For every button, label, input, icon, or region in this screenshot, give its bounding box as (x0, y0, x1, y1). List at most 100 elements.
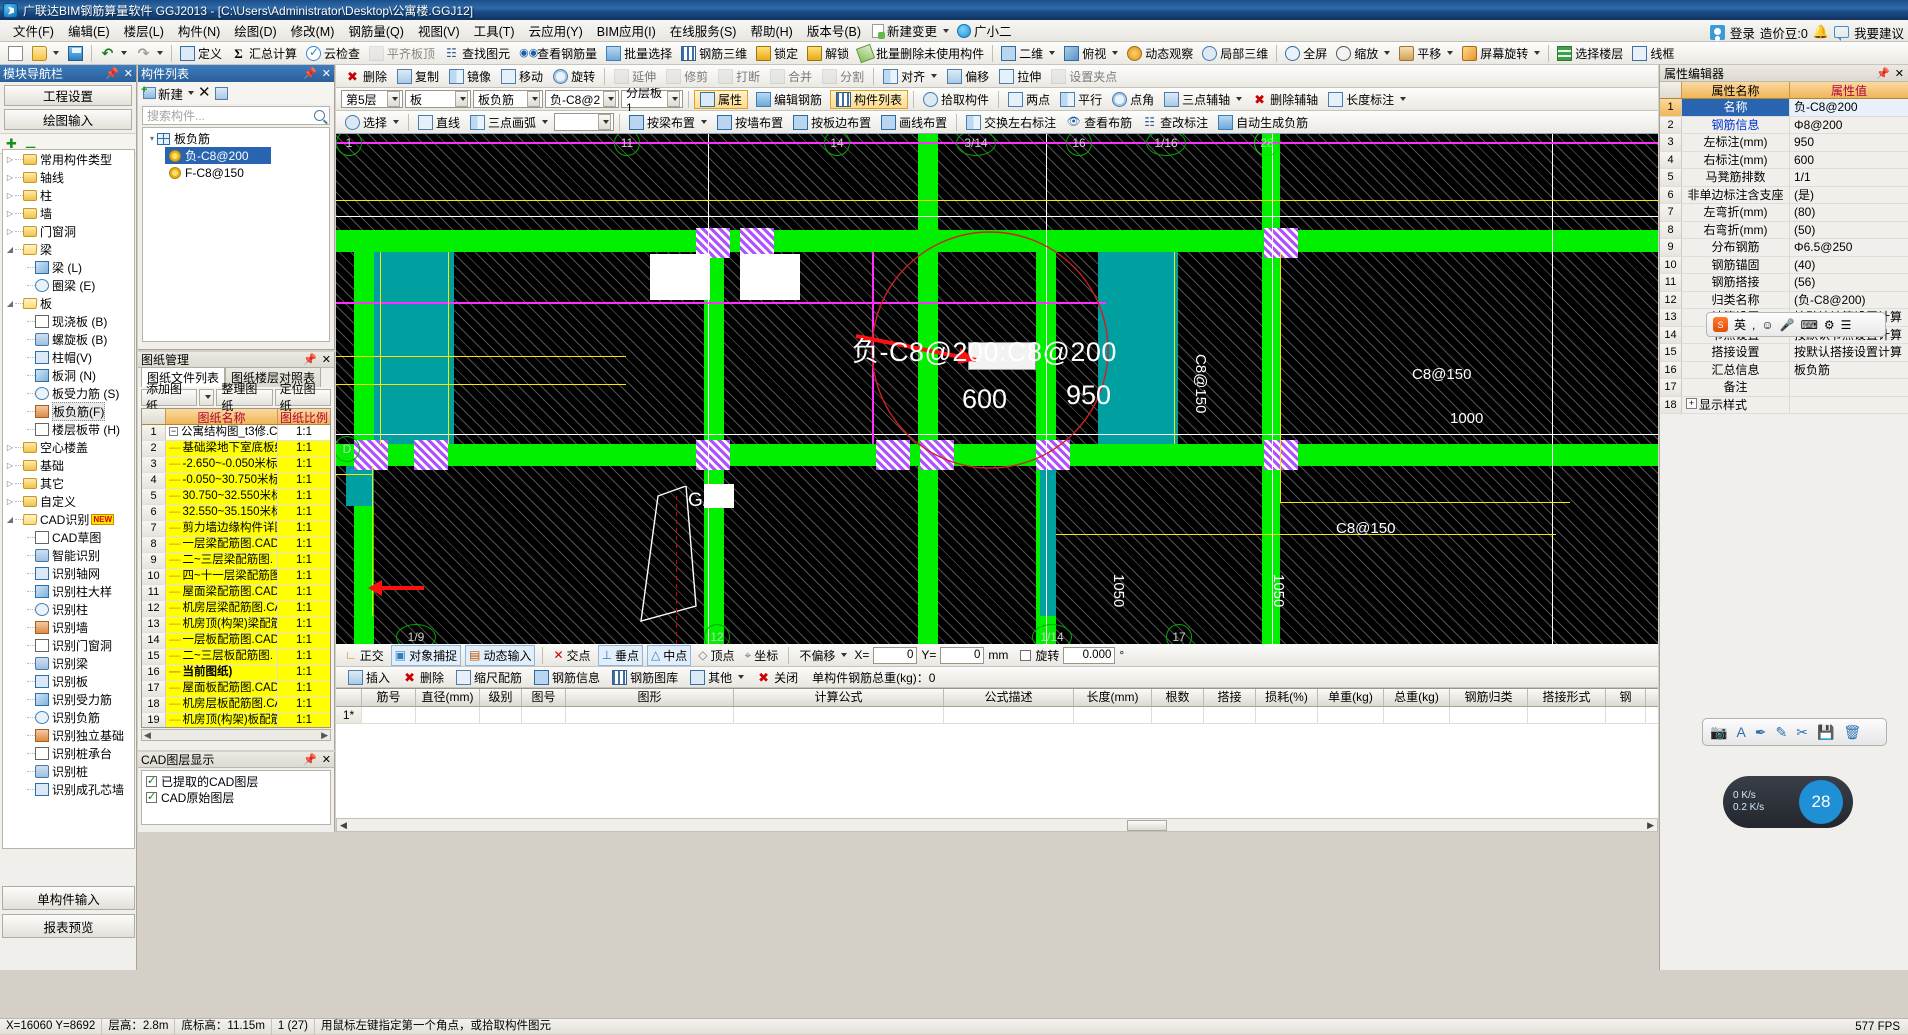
rebar-table[interactable]: 筋号 直径(mm) 级别 图号 图形 计算公式 公式描述 长度(mm) 根数 搭接 损耗(%) 单重(… (336, 688, 1658, 818)
rebar-col-header[interactable] (336, 689, 362, 706)
snap-perpendicular[interactable]: ⊥ 垂点 (597, 644, 644, 666)
wireframe-button[interactable]: 线框 (1628, 43, 1678, 63)
nav-item-CAD识别[interactable]: ◢ CAD识别 NEW (3, 510, 134, 528)
snap-coordinate[interactable]: ⌖ 坐标 (742, 646, 782, 665)
property-row[interactable]: 4 右标注(mm) 600 (1660, 151, 1908, 169)
rebar-col-header[interactable]: 钢筋归类 (1450, 689, 1528, 706)
property-row[interactable]: 11 钢筋搭接 (56) (1660, 274, 1908, 292)
locate-drawing-button[interactable]: 定位图纸 (274, 382, 331, 413)
rebar-cell[interactable] (1204, 707, 1256, 723)
align-button[interactable]: 对齐 (879, 66, 941, 86)
property-value[interactable]: 按默认搭接设置计算 (1790, 344, 1908, 361)
property-value[interactable] (1790, 397, 1908, 414)
nav-item-空心楼盖[interactable]: ▷ 空心楼盖 (3, 438, 134, 456)
snap-vertex[interactable]: ◇ 顶点 (695, 646, 737, 665)
property-row[interactable]: 6 非单边标注含支座 (是) (1660, 186, 1908, 204)
rebar-cell[interactable] (1528, 707, 1606, 723)
property-value[interactable]: 600 (1790, 152, 1908, 169)
nav-item-常用构件类型[interactable]: ▷ 常用构件类型 (3, 150, 134, 168)
two-point-button[interactable]: 两点 (1004, 89, 1054, 109)
rebar-cell[interactable] (1152, 707, 1204, 723)
chevron-down-icon[interactable]: ▾ (147, 134, 157, 143)
scale-rebar-button[interactable]: 缩尺配筋 (452, 667, 526, 687)
batch-select-button[interactable]: 批量选择 (602, 43, 676, 63)
pin-icon[interactable]: 📌 (303, 753, 317, 766)
three-point-axis-button[interactable]: 三点辅轴 (1160, 89, 1246, 109)
scroll-right-icon[interactable]: ▶ (1644, 820, 1657, 831)
cad-layer-original[interactable]: CAD原始图层 (146, 789, 326, 805)
drawing-name[interactable]: — 基础梁地下室底板结 (166, 441, 278, 456)
drawing-scale[interactable]: 1:1 (278, 569, 330, 584)
module-nav-tree[interactable]: ▷ 常用构件类型 ▷ 轴线 ▷ 柱 ▷ 墙 ▷ 门窗洞 ◢ 梁梁 (L) 圈梁 (E) ◢ 板现浇板 (B)… (2, 149, 135, 849)
three-point-arc-button[interactable]: 三点画弧 (466, 112, 552, 132)
tools-icon[interactable]: ⚙ (1824, 318, 1835, 332)
nav-item-识别梁[interactable]: 识别梁 (3, 654, 134, 672)
property-table-body[interactable]: 1 名称 负-C8@200 2 钢筋信息 Φ8@200 3 左标注(mm) 950 4 右标注(mm… (1660, 99, 1908, 414)
ime-mode[interactable]: 英 (1734, 316, 1746, 333)
rebar-cell[interactable] (416, 707, 480, 723)
drawing-list-hscrollbar[interactable]: ◀ ▶ (141, 729, 331, 741)
drawing-scale[interactable]: 1:1 (278, 521, 330, 536)
chevron-right-icon[interactable]: ▷ (5, 155, 15, 164)
undo-button[interactable]: ↶ (96, 43, 131, 63)
select-floor-button[interactable]: 选择楼层 (1553, 43, 1627, 63)
tab-edit-rebar[interactable]: 编辑钢筋 (750, 90, 828, 109)
save-button[interactable] (64, 43, 87, 63)
drawing-scale[interactable]: 1:1 (278, 473, 330, 488)
drawing-name[interactable]: —机房层板配筋图.CADI (166, 697, 278, 712)
drawing-row[interactable]: 10— 四~十一层梁配筋图. 1:1 (142, 569, 330, 585)
property-row[interactable]: 16 汇总信息 板负筋 (1660, 361, 1908, 379)
drawing-scale[interactable]: 1:1 (278, 713, 330, 727)
nav-item-识别负筋[interactable]: 识别负筋 (3, 708, 134, 726)
property-row[interactable]: 12 归类名称 (负-C8@200) (1660, 291, 1908, 309)
sum-calc-button[interactable]: Σ 汇总计算 (227, 43, 301, 63)
property-value[interactable]: Φ8@200 (1790, 117, 1908, 134)
trim-button[interactable]: 修剪 (662, 66, 712, 86)
component-item-selected[interactable]: 负-C8@200 (165, 147, 271, 164)
nav-item-圈梁 (E)[interactable]: 圈梁 (E) (3, 276, 134, 294)
nav-item-柱帽(V)[interactable]: 柱帽(V) (3, 348, 134, 366)
split-button[interactable]: 分割 (818, 66, 868, 86)
category-selector[interactable]: 板 (405, 90, 471, 108)
drawing-scale[interactable]: 1:1 (278, 457, 330, 472)
drawing-row[interactable]: 12—机房层梁配筋图.CADI1:1 (142, 601, 330, 617)
rebar-cell[interactable] (944, 707, 1074, 723)
menu-item-draw[interactable]: 绘图(D) (227, 19, 283, 42)
drawing-scale[interactable]: 1:1 (278, 505, 330, 520)
menu-item-modify[interactable]: 修改(M) (284, 19, 342, 42)
cad-canvas[interactable]: 1 11 14 3/14 16 1/16 1/9 12 1/14 17 D 28… (336, 134, 1658, 644)
delete-rebar-button[interactable]: ✖ 删除 (398, 667, 448, 687)
other-button[interactable]: 其他 (686, 667, 748, 687)
login-link[interactable]: 登录 (1730, 23, 1755, 42)
single-input-button[interactable]: 单构件输入 (2, 886, 135, 910)
drawing-row[interactable]: 7— 剪力墙边缘构件详图 1:1 (142, 521, 330, 537)
nav-item-梁 (L)[interactable]: 梁 (L) (3, 258, 134, 276)
lock-button[interactable]: 锁定 (752, 43, 802, 63)
chevron-down-icon[interactable]: ◢ (5, 515, 15, 524)
find-element-button[interactable]: ☷ 查找图元 (440, 43, 514, 63)
break-button[interactable]: 打断 (714, 66, 764, 86)
drawing-name[interactable]: — 四~十一层梁配筋图. (166, 569, 278, 584)
nav-item-识别成孔芯墙[interactable]: 识别成孔芯墙 (3, 780, 134, 798)
drawing-scale[interactable]: 1:1 (278, 489, 330, 504)
property-value[interactable]: (是) (1790, 187, 1908, 204)
draw-mode-selector[interactable] (554, 113, 615, 131)
drawing-row[interactable]: 3—-2.650~-0.050米标高1:1 (142, 457, 330, 473)
nav-item-螺旋板 (B)[interactable]: 螺旋板 (B) (3, 330, 134, 348)
delete-axis-button[interactable]: ✖ 删除辅轴 (1248, 89, 1322, 109)
orbit-button[interactable]: 动态观察 (1123, 43, 1197, 63)
drawing-name[interactable]: — 一层梁配筋图.CADI (166, 537, 278, 552)
close-rebar-button[interactable]: ✖ 关闭 (752, 667, 802, 687)
drawing-scale[interactable]: 1:1 (278, 617, 330, 632)
menu-item-view[interactable]: 视图(V) (411, 19, 467, 42)
suggest-link[interactable]: 我要建议 (1854, 23, 1904, 42)
drawing-name[interactable]: — 二~三层板配筋图. (166, 649, 278, 664)
snap-ortho[interactable]: ∟ 正交 (342, 646, 387, 665)
chevron-down-icon[interactable] (455, 91, 468, 107)
drawing-scale[interactable]: 1:1 (278, 681, 330, 696)
rebar-3d-button[interactable]: 钢筋三维 (677, 43, 751, 63)
tab-component-list[interactable]: 构件列表 (830, 89, 909, 109)
unlock-button[interactable]: 解锁 (803, 43, 853, 63)
new-change-button[interactable]: 新建变更 (868, 20, 953, 41)
component-item[interactable]: F-C8@150 (165, 164, 329, 181)
